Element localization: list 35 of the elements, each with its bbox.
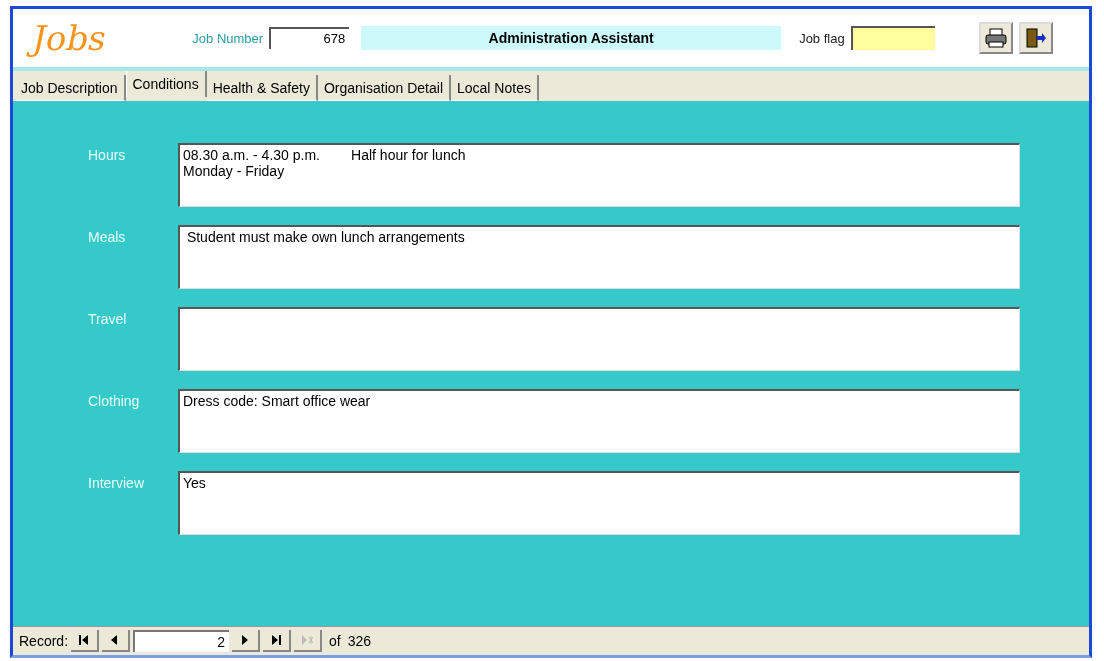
text-field[interactable]: 08.30 a.m. - 4.30 p.m. Half hour for lunch Monday - Friday: [178, 143, 1020, 207]
nav-button[interactable]: [263, 630, 292, 652]
field-label: Meals: [87, 229, 127, 245]
tab[interactable]: Organisation Detail: [317, 75, 451, 101]
app-logo: Jobs: [25, 17, 112, 60]
tab[interactable]: Local Notes: [451, 75, 539, 101]
text-field[interactable]: Student must make own lunch arrangements: [178, 225, 1020, 289]
tab[interactable]: Job Description: [15, 75, 126, 101]
field-label: Interview: [87, 475, 146, 491]
of-label: of: [329, 633, 341, 649]
job-title-field[interactable]: Administration Assistant: [361, 26, 782, 50]
nav-button[interactable]: [232, 630, 261, 652]
record-number-field[interactable]: 2: [133, 630, 230, 652]
last-icon: [269, 633, 284, 647]
nav-button[interactable]: [102, 630, 131, 652]
field-label: Hours: [87, 147, 127, 163]
printer-icon: [984, 28, 1007, 48]
new-record-icon: [300, 633, 315, 647]
job-flag-field[interactable]: [850, 26, 935, 50]
tab[interactable]: Conditions: [125, 71, 207, 97]
text-field[interactable]: Yes: [178, 471, 1020, 535]
exit-button[interactable]: [1018, 22, 1053, 54]
job-number-label: Job Number: [192, 30, 264, 46]
job-number-field[interactable]: 678: [269, 27, 350, 49]
print-button[interactable]: [978, 22, 1013, 54]
field-label: Travel: [87, 311, 128, 327]
tab[interactable]: Health & Safety: [206, 75, 318, 101]
job-flag-label: Job flag: [799, 30, 845, 46]
field-label: Clothing: [87, 393, 141, 409]
door-arrow-icon: [1024, 27, 1047, 49]
record-count: 326: [347, 633, 372, 649]
record-label: Record:: [19, 633, 69, 649]
text-field[interactable]: [178, 307, 1020, 371]
text-field[interactable]: Dress code: Smart office wear: [178, 389, 1020, 453]
nav-button[interactable]: [71, 630, 100, 652]
